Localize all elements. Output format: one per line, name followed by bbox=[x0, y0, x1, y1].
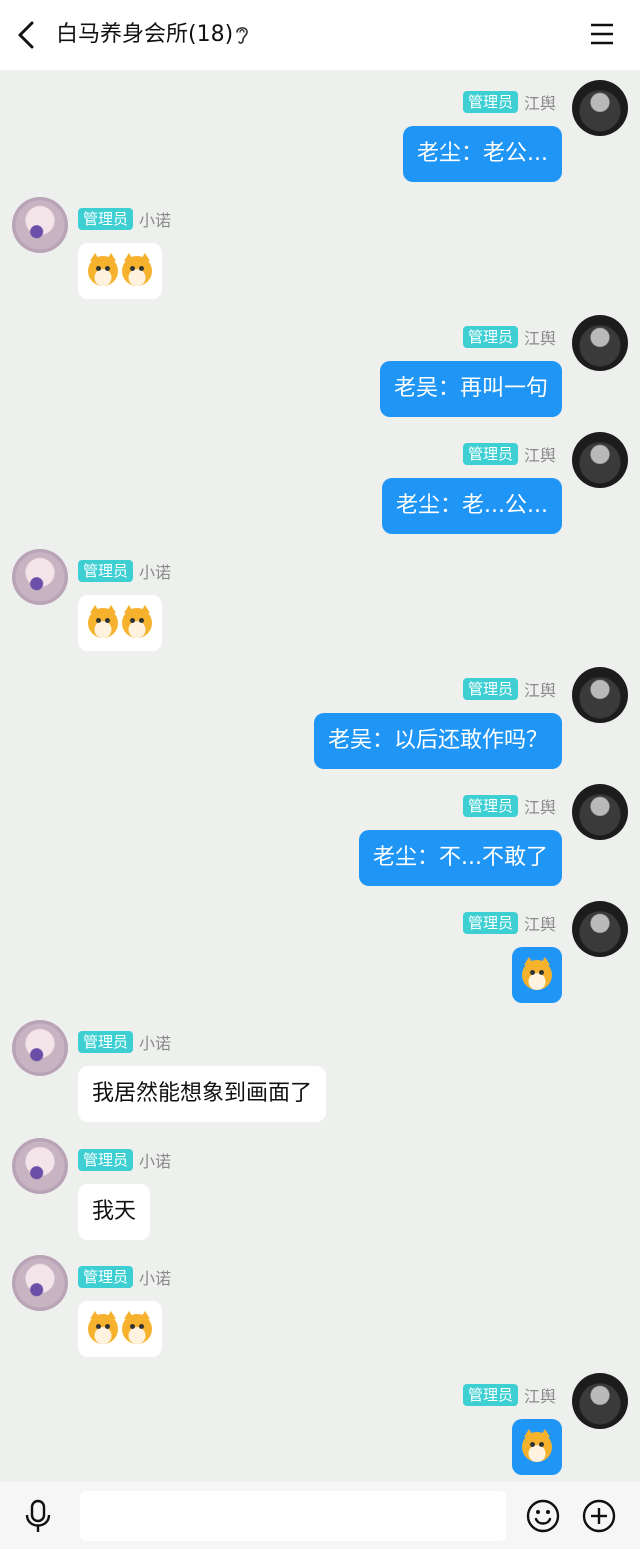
message-row: 管理员 小诺我天 bbox=[0, 1138, 640, 1246]
admin-badge: 管理员 bbox=[78, 208, 134, 230]
admin-badge: 管理员 bbox=[78, 1149, 134, 1171]
sender-meta: 管理员 江舆 bbox=[462, 677, 556, 701]
admin-badge: 管理员 bbox=[78, 1266, 134, 1288]
chevron-left-icon[interactable] bbox=[14, 20, 40, 50]
group-title[interactable]: 白马养身会所(18) bbox=[56, 19, 233, 51]
dog-emoji-icon bbox=[122, 1311, 152, 1344]
sender-name[interactable]: 小诺 bbox=[139, 559, 171, 583]
admin-badge: 管理员 bbox=[462, 326, 518, 348]
avatar[interactable] bbox=[12, 197, 68, 253]
smiley-icon[interactable] bbox=[526, 1499, 560, 1533]
dog-emoji-icon bbox=[88, 1311, 118, 1344]
dog-emoji-icon bbox=[88, 253, 118, 286]
sender-name[interactable]: 江舆 bbox=[524, 325, 556, 349]
admin-badge: 管理员 bbox=[78, 560, 134, 582]
dog-emoji-icon bbox=[88, 605, 118, 638]
microphone-icon[interactable] bbox=[24, 1499, 52, 1533]
message-bubble[interactable] bbox=[512, 1419, 562, 1475]
avatar[interactable] bbox=[572, 315, 628, 371]
message-bubble[interactable] bbox=[78, 595, 162, 651]
message-bubble[interactable]: 老吴：以后还敢作吗？ bbox=[313, 713, 562, 769]
message-row: 管理员 江舆老吴：以后还敢作吗？ bbox=[0, 667, 640, 775]
message-row: 管理员 江舆老尘：老...公... bbox=[0, 432, 640, 540]
menu-icon[interactable] bbox=[590, 22, 614, 46]
sender-name[interactable]: 江舆 bbox=[524, 442, 556, 466]
message-bubble[interactable] bbox=[512, 947, 562, 1003]
message-bubble[interactable]: 老尘：老公... bbox=[403, 126, 562, 182]
avatar[interactable] bbox=[572, 432, 628, 488]
message-bubble[interactable] bbox=[78, 243, 162, 299]
avatar[interactable] bbox=[12, 549, 68, 605]
message-row: 管理员 江舆老吴：再叫一句 bbox=[0, 315, 640, 423]
message-row: 管理员 江舆老尘：不...不敢了 bbox=[0, 784, 640, 892]
avatar[interactable] bbox=[12, 1255, 68, 1311]
sender-name[interactable]: 江舆 bbox=[524, 1383, 556, 1407]
sender-meta: 管理员 小诺 bbox=[78, 207, 171, 231]
sender-meta: 管理员 江舆 bbox=[462, 325, 556, 349]
message-bubble[interactable]: 老吴：再叫一句 bbox=[379, 361, 562, 417]
admin-badge: 管理员 bbox=[462, 443, 518, 465]
avatar[interactable] bbox=[572, 80, 628, 136]
message-row: 管理员 江舆 bbox=[0, 901, 640, 1009]
message-bubble[interactable]: 我天 bbox=[78, 1184, 151, 1240]
ear-icon bbox=[236, 27, 248, 44]
top-bar: 白马养身会所(18) bbox=[0, 0, 640, 70]
sender-meta: 管理员 小诺 bbox=[78, 1148, 171, 1172]
avatar[interactable] bbox=[572, 901, 628, 957]
sender-meta: 管理员 小诺 bbox=[78, 1030, 171, 1054]
admin-badge: 管理员 bbox=[462, 795, 518, 817]
admin-badge: 管理员 bbox=[462, 912, 518, 934]
sender-meta: 管理员 江舆 bbox=[462, 1383, 556, 1407]
message-bubble[interactable]: 老尘：不...不敢了 bbox=[359, 830, 562, 886]
message-bubble[interactable]: 我居然能想象到画面了 bbox=[78, 1066, 327, 1122]
message-row: 管理员 小诺我居然能想象到画面了 bbox=[0, 1020, 640, 1128]
message-bubble[interactable] bbox=[78, 1301, 162, 1357]
message-list[interactable]: 管理员 江舆 老尘：老公... 管理员 小诺 管理员 江舆 老吴：再叫一句 管理员 江舆 老尘：老.… bbox=[0, 70, 640, 1482]
sender-meta: 管理员 江舆 bbox=[462, 442, 556, 466]
sender-name[interactable]: 江舆 bbox=[524, 794, 556, 818]
composer-bar bbox=[0, 1482, 640, 1549]
message-bubble[interactable]: 老尘：老...公... bbox=[382, 478, 562, 534]
avatar[interactable] bbox=[572, 667, 628, 723]
sender-name[interactable]: 江舆 bbox=[524, 911, 556, 935]
dog-emoji-icon bbox=[522, 957, 552, 990]
sender-name[interactable]: 小诺 bbox=[139, 207, 171, 231]
message-row: 管理员 小诺 bbox=[0, 549, 640, 657]
sender-name[interactable]: 小诺 bbox=[139, 1265, 171, 1289]
sender-name[interactable]: 江舆 bbox=[524, 677, 556, 701]
message-row: 管理员 江舆 bbox=[0, 1373, 640, 1481]
sender-meta: 管理员 江舆 bbox=[462, 90, 556, 114]
sender-name[interactable]: 小诺 bbox=[139, 1030, 171, 1054]
dog-emoji-icon bbox=[522, 1429, 552, 1462]
avatar[interactable] bbox=[572, 784, 628, 840]
plus-circle-icon[interactable] bbox=[582, 1499, 616, 1533]
avatar[interactable] bbox=[12, 1138, 68, 1194]
avatar[interactable] bbox=[12, 1020, 68, 1076]
message-input[interactable] bbox=[80, 1491, 506, 1541]
sender-name[interactable]: 江舆 bbox=[524, 90, 556, 114]
admin-badge: 管理员 bbox=[462, 1384, 518, 1406]
sender-meta: 管理员 小诺 bbox=[78, 559, 171, 583]
sender-name[interactable]: 小诺 bbox=[139, 1148, 171, 1172]
message-row: 管理员 江舆老尘：老公... bbox=[0, 80, 640, 188]
avatar[interactable] bbox=[572, 1373, 628, 1429]
admin-badge: 管理员 bbox=[462, 678, 518, 700]
message-row: 管理员 小诺 bbox=[0, 1255, 640, 1363]
dog-emoji-icon bbox=[122, 605, 152, 638]
admin-badge: 管理员 bbox=[78, 1031, 134, 1053]
sender-meta: 管理员 小诺 bbox=[78, 1265, 171, 1289]
sender-meta: 管理员 江舆 bbox=[462, 794, 556, 818]
sender-meta: 管理员 江舆 bbox=[462, 911, 556, 935]
admin-badge: 管理员 bbox=[462, 91, 518, 113]
dog-emoji-icon bbox=[122, 253, 152, 286]
message-row: 管理员 小诺 bbox=[0, 197, 640, 305]
